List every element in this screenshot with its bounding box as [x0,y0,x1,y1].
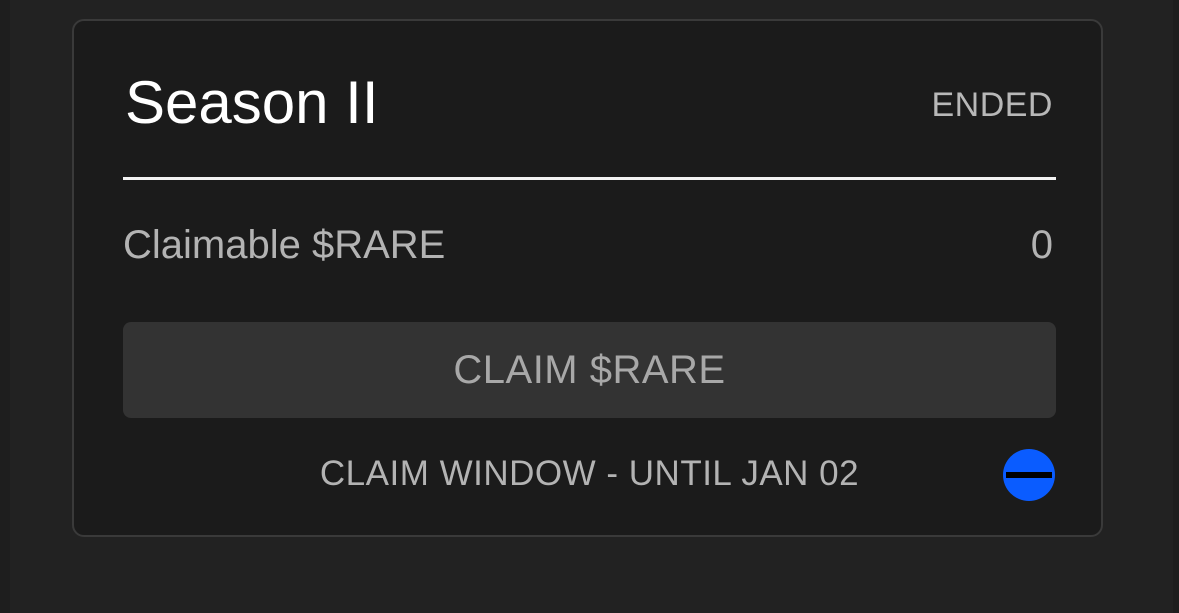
divider [123,177,1056,180]
season-title: Season II [125,69,379,136]
claimable-value: 0 [1030,223,1053,267]
claim-button[interactable]: CLAIM $RARE [123,322,1056,418]
claim-window-text: CLAIM WINDOW - UNTIL JAN 02 [319,454,860,493]
left-edge [0,0,10,613]
claimable-label: Claimable $RARE [123,223,446,267]
minus-circle-icon[interactable] [1002,448,1056,502]
page: Season II ENDED Claimable $RARE 0 CLAIM … [0,0,1179,613]
status-badge: ENDED [931,86,1053,124]
right-edge [1173,0,1179,613]
season-card: Season II ENDED Claimable $RARE 0 CLAIM … [72,19,1103,537]
